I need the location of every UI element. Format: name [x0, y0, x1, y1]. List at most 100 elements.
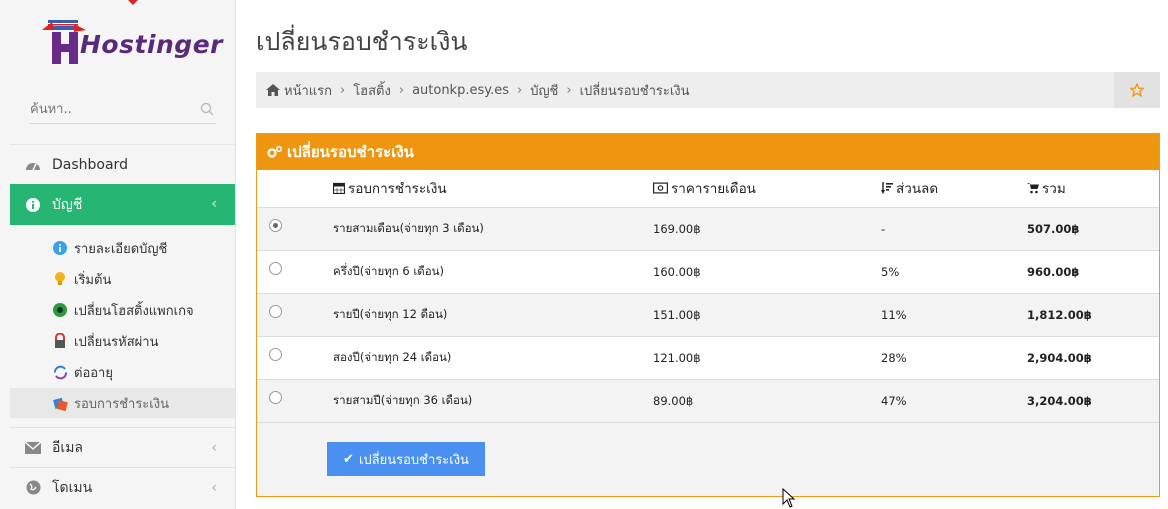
chevron-left-icon: ‹ [211, 480, 217, 496]
discount-cell: - [881, 207, 1027, 251]
sidebar-item-label: โดเมน [52, 479, 93, 496]
header-total-label: รวม [1042, 181, 1066, 198]
logo-text: Hostinger [80, 30, 223, 59]
breadcrumb-domain[interactable]: autonkp.esy.es [412, 83, 509, 98]
top-marker-icon [128, 0, 138, 5]
row-radio-cell [257, 293, 333, 337]
sidebar-subitem-renew[interactable]: ต่ออายุ [10, 357, 235, 387]
discount-cell: 5% [881, 250, 1027, 294]
table-row[interactable]: รายสามปี(จ่ายทุก 36 เดือน) 89.00฿ 47% 3,… [257, 379, 1159, 423]
sidebar-subitem-label: ต่ออายุ [74, 365, 113, 381]
sidebar-subitem-change-password[interactable]: เปลี่ยนรหัสผ่าน [10, 326, 235, 356]
sidebar-item-dashboard[interactable]: Dashboard [10, 144, 235, 184]
info-circle-icon [24, 196, 42, 214]
header-discount: ส่วนลด [881, 170, 1027, 208]
breadcrumb-current: เปลี่ยนรอบชำระเงิน [579, 83, 690, 99]
row-radio-cell [257, 379, 333, 423]
cogs-icon [267, 145, 283, 158]
billing-cycle-table: รอบการชำระเงิน ราคารายเดือน ส่วนลด รวม ร… [257, 170, 1159, 423]
total-cell: 507.00฿ [1027, 207, 1159, 251]
sidebar-item-domain[interactable]: โดเมน ‹ [10, 467, 235, 507]
billing-option-radio[interactable] [269, 218, 282, 232]
sidebar-subitem-change-package[interactable]: เปลี่ยนโฮสติ้งแพกเกจ [10, 295, 235, 325]
row-radio-cell [257, 207, 333, 251]
favorite-button[interactable] [1114, 72, 1160, 108]
breadcrumb-separator-icon: › [398, 82, 405, 98]
breadcrumb-separator-icon: › [340, 82, 346, 98]
header-period: รอบการชำระเงิน [333, 170, 653, 208]
breadcrumb-home[interactable]: หน้าแรก [284, 80, 332, 101]
table-row[interactable]: รายสามเดือน(จ่ายทุก 3 เดือน) 169.00฿ - 5… [257, 207, 1159, 251]
sidebar-item-email[interactable]: อีเมล ‹ [10, 427, 235, 467]
sidebar-subitem-getting-started[interactable]: เริ่มต้น [10, 264, 235, 294]
period-cell: รายสามเดือน(จ่ายทุก 3 เดือน) [333, 207, 653, 251]
discount-cell: 11% [881, 293, 1027, 337]
submit-label: เปลี่ยนรอบชำระเงิน [358, 452, 469, 468]
billing-option-radio[interactable] [269, 261, 282, 275]
star-icon [1130, 83, 1144, 97]
search-box [30, 96, 216, 124]
sidebar-subitem-label: รายละเอียดบัญชี [74, 241, 168, 257]
period-cell: รายสามปี(จ่ายทุก 36 เดือน) [333, 379, 653, 423]
envelope-icon [24, 439, 42, 457]
row-radio-cell [257, 250, 333, 294]
package-icon [52, 302, 68, 318]
billing-cycle-panel: เปลี่ยนรอบชำระเงิน รอบการชำระเงิน ราคารา… [256, 133, 1160, 497]
discount-cell: 28% [881, 336, 1027, 380]
panel-title: เปลี่ยนรอบชำระเงิน [287, 143, 414, 161]
breadcrumb-account[interactable]: บัญชี [530, 80, 558, 101]
total-cell: 1,812.00฿ [1027, 293, 1159, 337]
header-discount-label: ส่วนลด [896, 181, 939, 198]
sidebar-subitem-billing-cycle[interactable]: รอบการชำระเงิน [10, 388, 235, 418]
header-select [257, 170, 333, 208]
panel-header: เปลี่ยนรอบชำระเงิน [257, 134, 1159, 170]
sidebar-subitem-label: เปลี่ยนรหัสผ่าน [74, 334, 159, 350]
hostinger-logo[interactable]: Hostinger [40, 14, 222, 70]
header-price-label: ราคารายเดือน [671, 181, 756, 198]
sidebar-item-label: อีเมล [52, 439, 84, 456]
price-cell: 89.00฿ [653, 379, 881, 423]
bulb-icon [52, 271, 68, 287]
sidebar-item-label: Dashboard [52, 156, 128, 173]
page-title: เปลี่ยนรอบชำระเงิน [256, 27, 468, 56]
billing-option-radio[interactable] [269, 390, 282, 404]
period-cell: รายปี(จ่ายทุก 12 ดือน) [333, 293, 653, 337]
chevron-left-icon: ‹ [211, 196, 217, 212]
table-row[interactable]: ครึ่งปี(จ่ายทุก 6 เดือน) 160.00฿ 5% 960.… [257, 250, 1159, 294]
price-cell: 151.00฿ [653, 293, 881, 337]
price-cell: 169.00฿ [653, 207, 881, 251]
table-header-row: รอบการชำระเงิน ราคารายเดือน ส่วนลด รวม [257, 170, 1159, 208]
header-total: รวม [1027, 170, 1159, 208]
calendar-icon [333, 183, 345, 195]
price-cell: 121.00฿ [653, 336, 881, 380]
chevron-left-icon: ‹ [211, 440, 217, 456]
search-input[interactable] [30, 96, 190, 122]
table-row[interactable]: สองปี(จ่ายทุก 24 เดือน) 121.00฿ 28% 2,90… [257, 336, 1159, 380]
sidebar-subitem-label: เปลี่ยนโฮสติ้งแพกเกจ [74, 303, 194, 319]
price-cell: 160.00฿ [653, 250, 881, 294]
table-row[interactable]: รายปี(จ่ายทุก 12 ดือน) 151.00฿ 11% 1,812… [257, 293, 1159, 337]
dashboard-icon [24, 156, 42, 174]
total-cell: 3,204.00฿ [1027, 379, 1159, 423]
breadcrumb: หน้าแรก › โฮสติ้ง › autonkp.esy.es › บัญ… [256, 72, 1160, 108]
total-cell: 960.00฿ [1027, 250, 1159, 294]
sidebar-subitem-label: รอบการชำระเงิน [74, 396, 169, 412]
cart-icon [1027, 183, 1039, 194]
header-period-label: รอบการชำระเงิน [348, 181, 447, 198]
search-icon[interactable] [200, 102, 214, 116]
refresh-icon [52, 364, 68, 380]
breadcrumb-separator-icon: › [566, 82, 572, 98]
home-icon [266, 84, 280, 96]
billing-option-radio[interactable] [269, 304, 282, 318]
sidebar-subitem-account-details[interactable]: รายละเอียดบัญชี [10, 233, 235, 263]
sidebar-subitem-label: เริ่มต้น [74, 272, 112, 288]
total-cell: 2,904.00฿ [1027, 336, 1159, 380]
header-price: ราคารายเดือน [653, 170, 881, 208]
sidebar-item-account[interactable]: บัญชี ‹ [10, 184, 235, 225]
breadcrumb-hosting[interactable]: โฮสติ้ง [353, 80, 391, 101]
mouse-cursor-icon [782, 488, 796, 508]
money-icon [653, 182, 668, 194]
globe-icon [24, 479, 42, 497]
billing-option-radio[interactable] [269, 347, 282, 361]
change-billing-cycle-button[interactable]: ✔ เปลี่ยนรอบชำระเงิน [327, 442, 485, 476]
